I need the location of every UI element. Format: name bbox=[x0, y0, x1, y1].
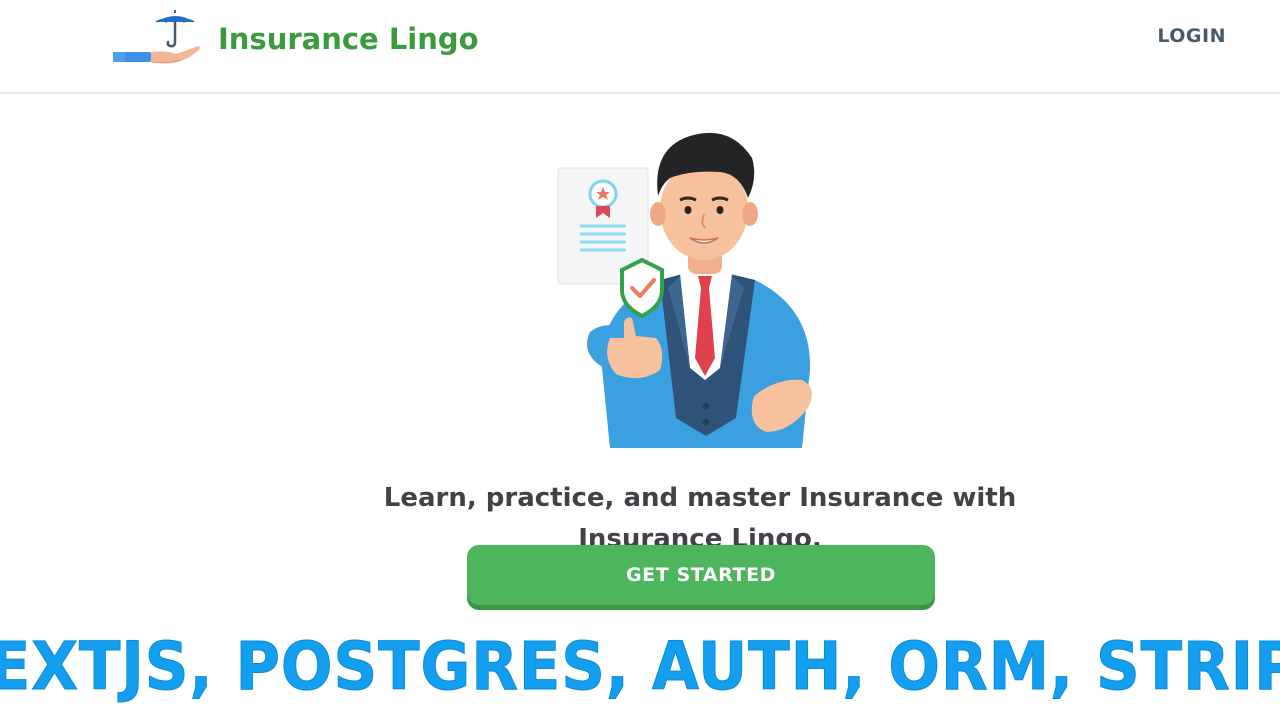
login-button[interactable]: LOGIN bbox=[1151, 24, 1232, 48]
tagline-line-1: Learn, practice, and master Insurance wi… bbox=[383, 483, 1017, 513]
banner-text: NEXTJS, POSTGRES, AUTH, ORM, STRIPE bbox=[0, 627, 1280, 705]
brand-name: Insurance Lingo bbox=[218, 22, 479, 56]
shield-check-icon bbox=[620, 257, 664, 319]
get-started-button[interactable]: GET STARTED bbox=[467, 545, 935, 605]
logo-link[interactable]: Insurance Lingo bbox=[110, 8, 479, 70]
tech-stack-banner: NEXTJS, POSTGRES, AUTH, ORM, STRIPE bbox=[0, 612, 1280, 720]
businessman-with-certificate-illustration bbox=[557, 132, 812, 448]
umbrella-hand-icon bbox=[113, 10, 200, 64]
page: Insurance Lingo LOGIN Learn, practice, a… bbox=[0, 0, 1280, 720]
top-navbar: Insurance Lingo LOGIN bbox=[0, 0, 1280, 94]
